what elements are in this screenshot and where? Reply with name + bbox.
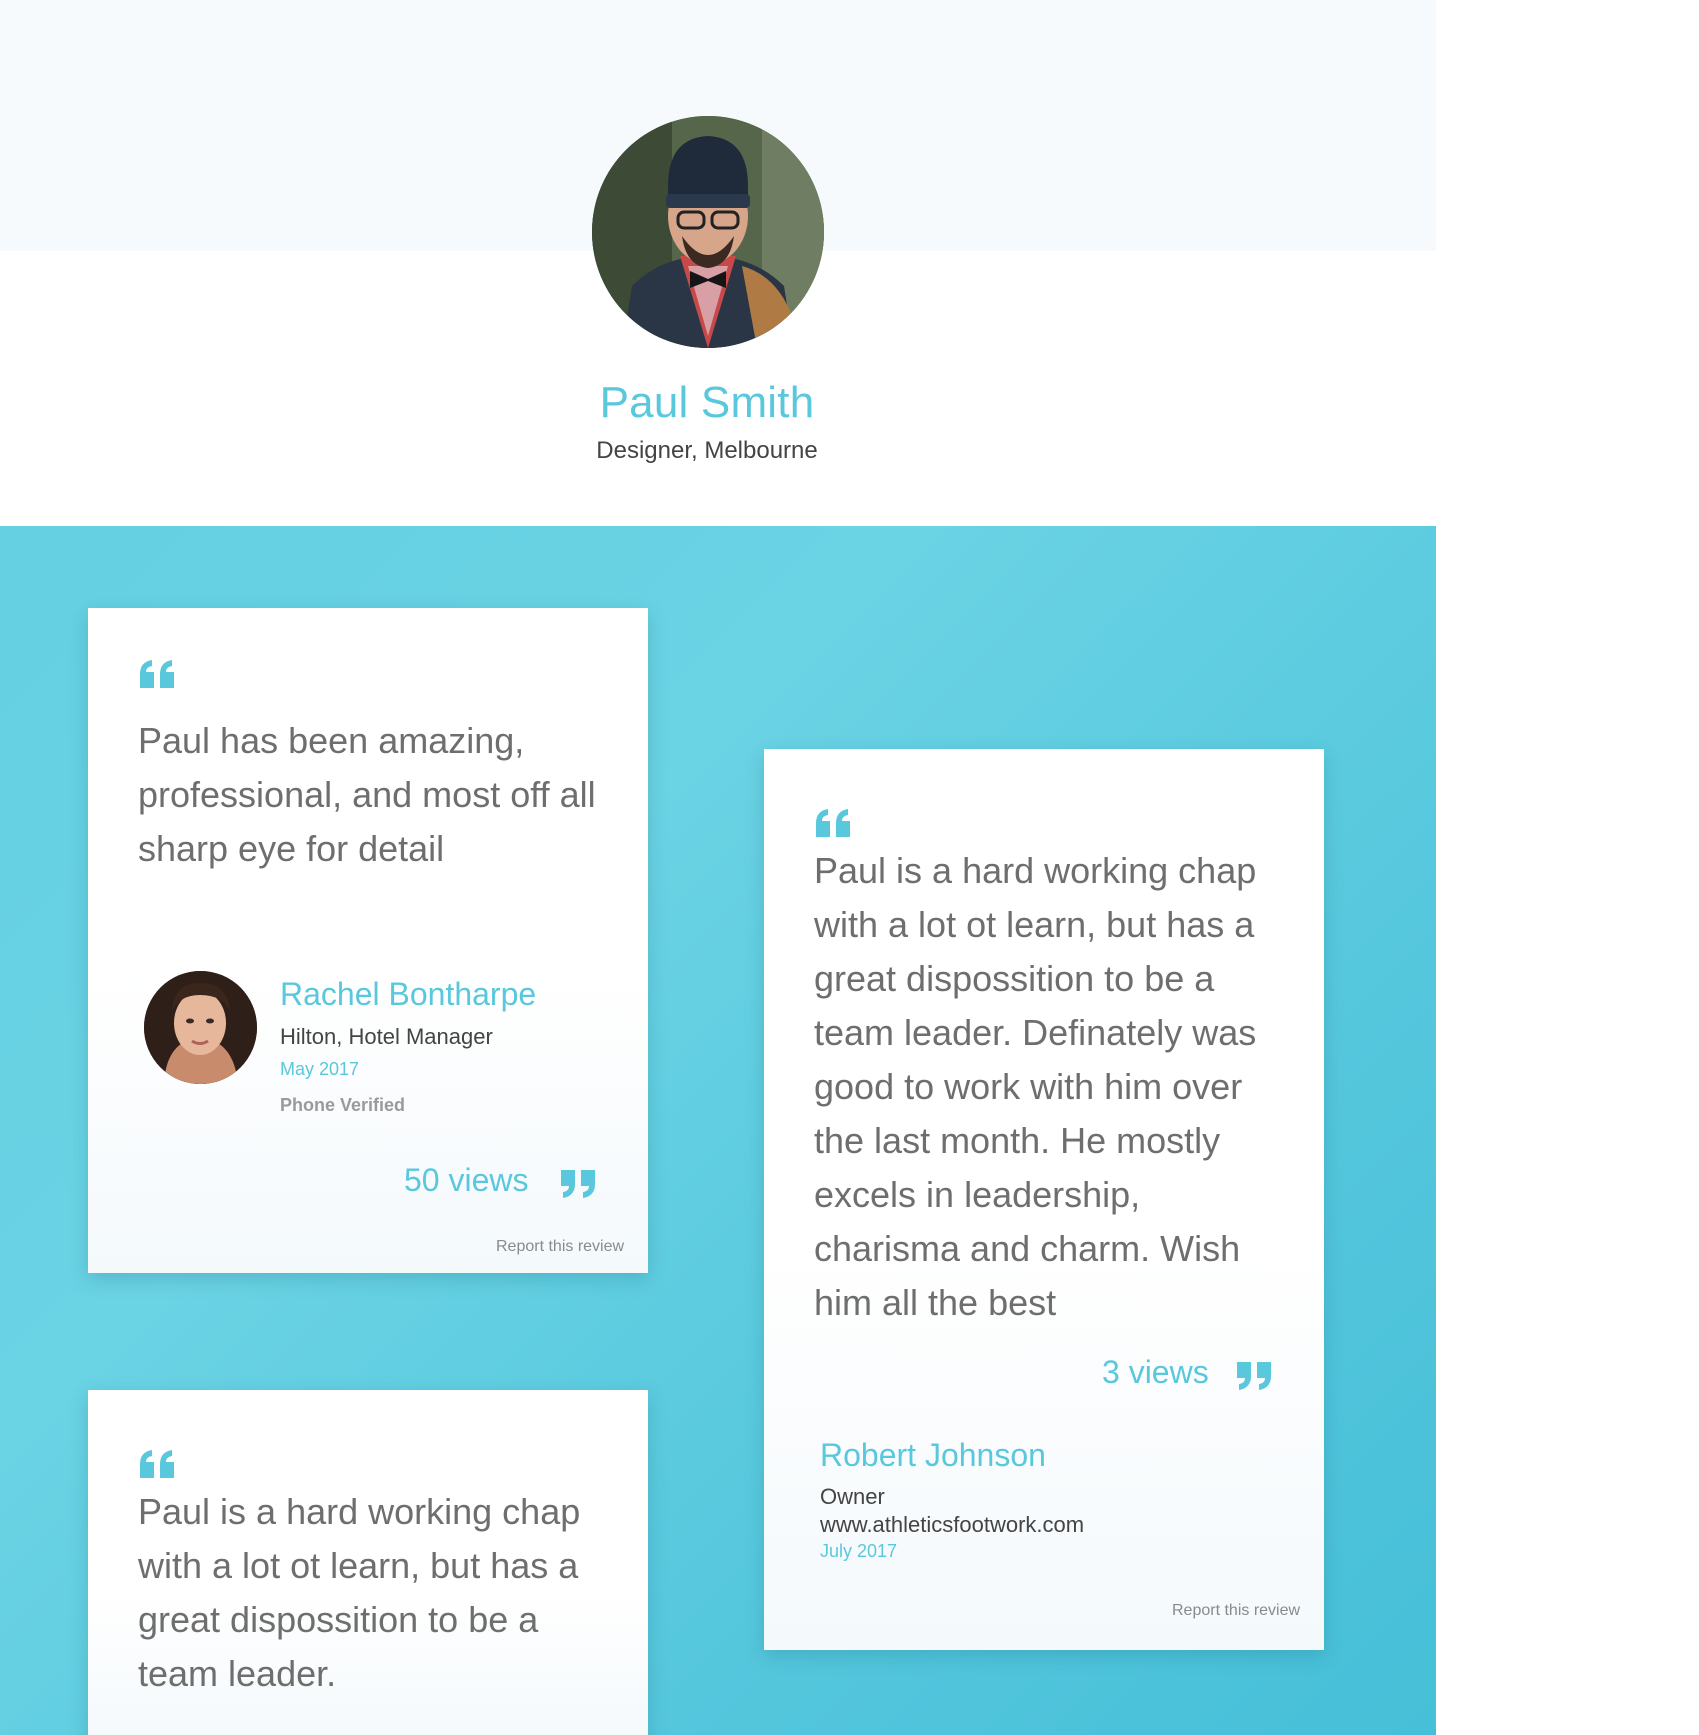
review-text-line: with a lot ot learn, but has a bbox=[814, 904, 1255, 945]
profile-avatar bbox=[592, 116, 824, 348]
review-text: Paul is a hard working chap with a lot o… bbox=[138, 1485, 628, 1701]
report-review-link[interactable]: Report this review bbox=[496, 1238, 624, 1256]
review-card: Paul is a hard working chap with a lot o… bbox=[764, 749, 1324, 1650]
review-text-line: Paul is a hard working chap bbox=[138, 1491, 581, 1532]
review-text-line: great dispossition to be a bbox=[138, 1599, 539, 1640]
review-text-line: Paul is a hard working chap bbox=[814, 850, 1257, 891]
review-text-line: professional, and most off all bbox=[138, 774, 596, 815]
review-text-line: charisma and charm. Wish bbox=[814, 1228, 1241, 1269]
reviewer-photo bbox=[144, 971, 257, 1084]
reviewer-name[interactable]: Rachel Bontharpe bbox=[280, 976, 536, 1013]
views-count: 3 views bbox=[1102, 1354, 1209, 1390]
review-card: Paul has been amazing, professional, and… bbox=[88, 608, 648, 1273]
profile-subtitle: Designer, Melbourne bbox=[596, 437, 818, 464]
report-review-link[interactable]: Report this review bbox=[1172, 1602, 1300, 1620]
review-text-line: sharp eye for detail bbox=[138, 828, 445, 869]
reviewer-role: Owner bbox=[820, 1484, 885, 1509]
review-text-line: team leader. Definately was bbox=[814, 1012, 1257, 1053]
quote-close-icon bbox=[1237, 1362, 1271, 1390]
verified-badge: Phone Verified bbox=[280, 1095, 406, 1115]
profile-photo bbox=[592, 116, 824, 348]
review-text-line: good to work with him over bbox=[814, 1066, 1243, 1107]
review-text-line: with a lot ot learn, but has a bbox=[138, 1545, 579, 1586]
reviewer-avatar bbox=[144, 971, 257, 1084]
review-text-line: him all the best bbox=[814, 1282, 1057, 1323]
review-text-line: great dispossition to be a bbox=[814, 958, 1215, 999]
review-text-line: Paul has been amazing, bbox=[138, 720, 525, 761]
review-text-line: team leader. bbox=[138, 1653, 337, 1694]
review-text-line: excels in leadership, bbox=[814, 1174, 1141, 1215]
review-card: Paul is a hard working chap with a lot o… bbox=[88, 1390, 648, 1735]
review-text: Paul has been amazing, professional, and… bbox=[138, 714, 628, 876]
reviewer-name[interactable]: Robert Johnson bbox=[820, 1437, 1046, 1474]
quote-open-icon bbox=[140, 660, 174, 688]
review-date: July 2017 bbox=[820, 1541, 898, 1561]
quote-open-icon bbox=[816, 809, 850, 837]
review-text-line: the last month. He mostly bbox=[814, 1120, 1221, 1161]
review-text: Paul is a hard working chap with a lot o… bbox=[814, 844, 1304, 1330]
reviewer-role: Hilton, Hotel Manager bbox=[280, 1024, 493, 1049]
quote-open-icon bbox=[140, 1450, 174, 1478]
profile-name: Paul Smith bbox=[599, 378, 815, 427]
views-count: 50 views bbox=[404, 1162, 529, 1198]
reviewer-website[interactable]: www.athleticsfootwork.com bbox=[820, 1512, 1084, 1538]
quote-close-icon bbox=[561, 1170, 595, 1198]
review-date: May 2017 bbox=[280, 1059, 360, 1079]
